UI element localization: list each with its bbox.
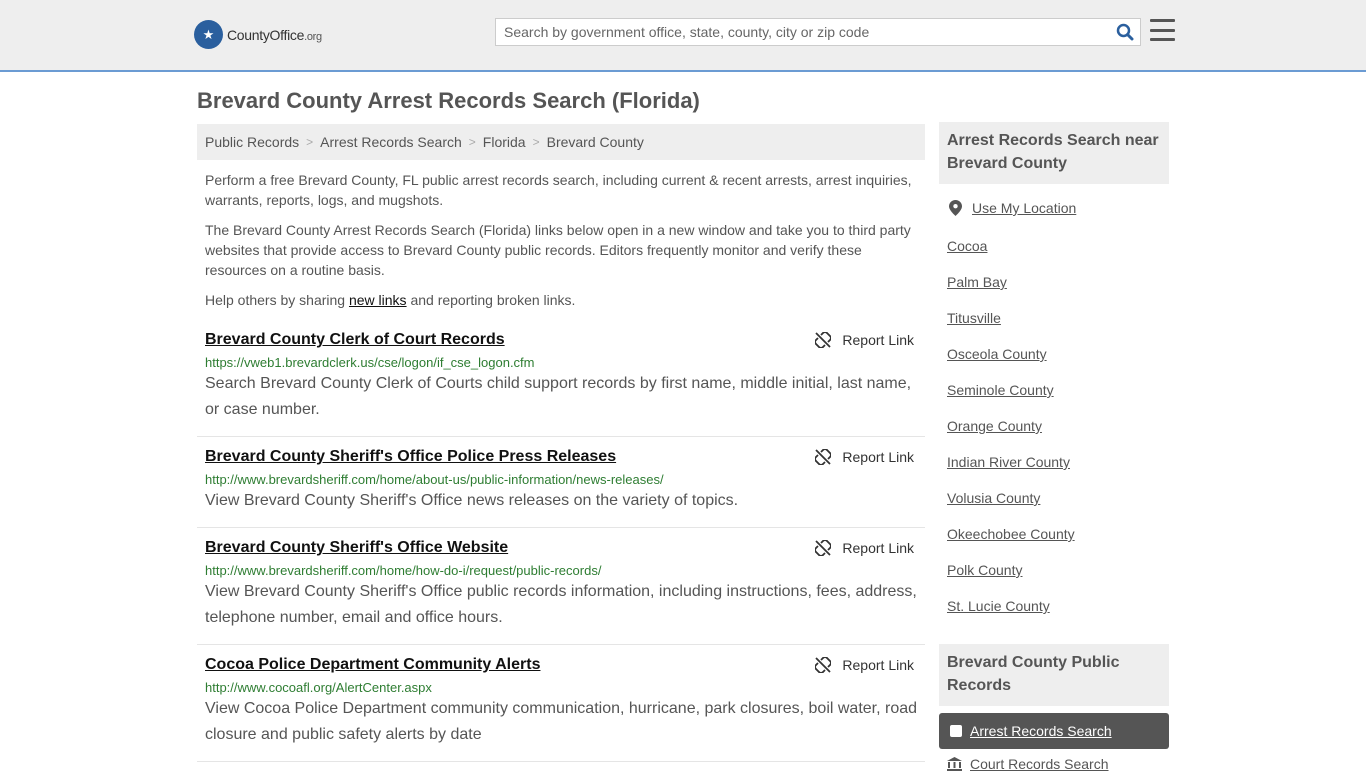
sidebar-item-arrest-records-search[interactable]: Arrest Records Search	[939, 713, 1169, 749]
breadcrumb-separator-icon: >	[532, 135, 540, 149]
breadcrumb-florida[interactable]: Florida	[483, 134, 526, 150]
broken-link-icon	[815, 540, 832, 556]
result-divider	[197, 644, 925, 645]
report-link-label: Report Link	[842, 657, 914, 673]
result-description: Search Brevard County Clerk of Courts ch…	[205, 375, 912, 418]
nearby-link-seminole-county[interactable]: Seminole County	[947, 382, 1054, 398]
hamburger-menu-icon[interactable]	[1150, 19, 1175, 41]
search-box	[495, 18, 1141, 46]
report-link-button[interactable]: Report Link	[815, 449, 914, 465]
result-url: https://vweb1.brevardclerk.us/cse/logon/…	[205, 355, 535, 370]
page-title: Brevard County Arrest Records Search (Fl…	[197, 88, 700, 113]
logo-name: CountyOffice	[227, 26, 305, 43]
result-divider	[197, 436, 925, 437]
sidebar-item-label: Court Records Search	[970, 756, 1109, 772]
result-url: http://www.brevardsheriff.com/home/how-d…	[205, 563, 602, 578]
site-header: ★ CountyOffice.org	[0, 0, 1366, 72]
public-records-section-title: Brevard County Public Records	[939, 644, 1169, 706]
result-divider	[197, 527, 925, 528]
report-link-label: Report Link	[842, 332, 914, 348]
breadcrumb: Public Records > Arrest Records Search >…	[197, 124, 925, 160]
breadcrumb-separator-icon: >	[306, 135, 314, 149]
use-my-location-link[interactable]: Use My Location	[972, 200, 1076, 216]
report-link-button[interactable]: Report Link	[815, 540, 914, 556]
result-url: http://www.cocoafl.org/AlertCenter.aspx	[205, 680, 432, 695]
nearby-section-title: Arrest Records Search near Brevard Count…	[939, 122, 1169, 184]
eagle-seal-icon: ★	[194, 20, 223, 49]
nearby-link-orange-county[interactable]: Orange County	[947, 418, 1042, 434]
nearby-link-osceola-county[interactable]: Osceola County	[947, 346, 1047, 362]
breadcrumb-arrest-records-search[interactable]: Arrest Records Search	[320, 134, 462, 150]
checkbox-icon	[950, 725, 962, 737]
logo-text: CountyOffice.org	[227, 27, 322, 43]
result-divider	[197, 761, 925, 762]
intro-text: and reporting broken links.	[406, 292, 576, 308]
nearby-link-cocoa[interactable]: Cocoa	[947, 238, 987, 254]
nearby-link-indian-river-county[interactable]: Indian River County	[947, 454, 1070, 470]
location-pin-icon	[949, 200, 962, 216]
intro-paragraph-3: Help others by sharing new links and rep…	[205, 290, 919, 310]
breadcrumb-separator-icon: >	[468, 135, 476, 149]
nearby-link-okeechobee-county[interactable]: Okeechobee County	[947, 526, 1075, 542]
sidebar-item-label: Arrest Records Search	[970, 723, 1112, 739]
report-link-label: Report Link	[842, 540, 914, 556]
intro-text: Help others by sharing	[205, 292, 349, 308]
broken-link-icon	[815, 449, 832, 465]
broken-link-icon	[815, 332, 832, 348]
use-location-row: Use My Location	[947, 200, 1076, 216]
nearby-link-st-lucie-county[interactable]: St. Lucie County	[947, 598, 1050, 614]
result-description: View Cocoa Police Department community c…	[205, 700, 918, 743]
new-links-link[interactable]: new links	[349, 292, 407, 308]
result-title-link[interactable]: Brevard County Sheriff's Office Police P…	[205, 448, 616, 466]
intro-paragraph-1: Perform a free Brevard County, FL public…	[205, 172, 912, 208]
sidebar-item-court-records-search[interactable]: Court Records Search	[947, 756, 1109, 772]
nearby-link-palm-bay[interactable]: Palm Bay	[947, 274, 1007, 290]
result-url: http://www.brevardsheriff.com/home/about…	[205, 472, 664, 487]
logo-suffix: .org	[304, 30, 322, 43]
report-link-button[interactable]: Report Link	[815, 657, 914, 673]
result-title-link[interactable]: Brevard County Sheriff's Office Website	[205, 539, 508, 557]
report-link-label: Report Link	[842, 449, 914, 465]
report-link-button[interactable]: Report Link	[815, 332, 914, 348]
result-title-link[interactable]: Brevard County Clerk of Court Records	[205, 331, 505, 349]
courthouse-icon	[947, 757, 962, 771]
broken-link-icon	[815, 657, 832, 673]
nearby-link-titusville[interactable]: Titusville	[947, 310, 1001, 326]
result-description: View Brevard County Sheriff's Office new…	[205, 492, 739, 509]
nearby-link-polk-county[interactable]: Polk County	[947, 562, 1022, 578]
breadcrumb-brevard-county[interactable]: Brevard County	[547, 134, 644, 150]
result-title-link[interactable]: Cocoa Police Department Community Alerts	[205, 656, 540, 674]
result-description: View Brevard County Sheriff's Office pub…	[205, 583, 917, 626]
search-input[interactable]	[496, 19, 1110, 45]
search-icon	[1116, 23, 1134, 41]
site-logo[interactable]: ★ CountyOffice.org	[194, 20, 322, 49]
search-button[interactable]	[1110, 19, 1140, 45]
nearby-link-volusia-county[interactable]: Volusia County	[947, 490, 1040, 506]
breadcrumb-public-records[interactable]: Public Records	[205, 134, 299, 150]
intro-paragraph-2: The Brevard County Arrest Records Search…	[205, 222, 911, 278]
